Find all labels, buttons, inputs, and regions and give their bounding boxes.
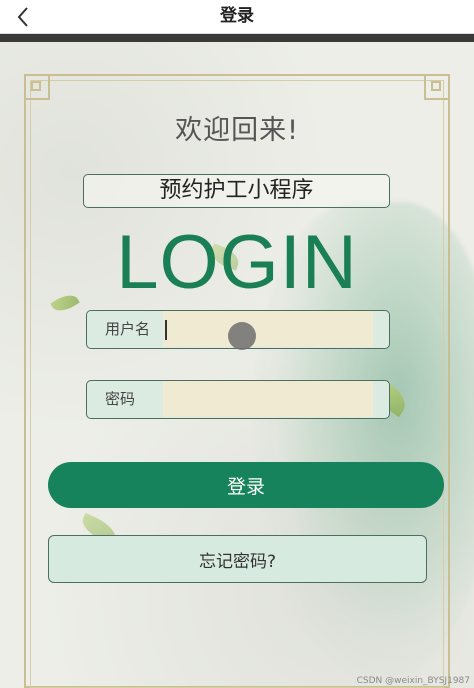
watermark: CSDN @weixin_BYSJ1987 (356, 676, 470, 686)
welcome-heading: 欢迎回来! (175, 115, 299, 146)
login-button[interactable]: 登录 (48, 462, 444, 508)
navigation-bar: 登录 (0, 0, 474, 34)
login-title: LOGIN (116, 220, 358, 305)
chevron-left-icon (17, 6, 28, 27)
status-strip (0, 34, 474, 42)
frame-corner (24, 74, 50, 100)
text-caret (165, 320, 167, 340)
touch-indicator (228, 322, 256, 350)
forgot-password-button[interactable]: 忘记密码? (48, 535, 427, 583)
password-label: 密码 (105, 390, 136, 408)
password-input[interactable] (163, 381, 373, 417)
frame-corner (424, 74, 450, 100)
login-screen: 登录 欢迎回来! 预约护工小程序 LOGIN 用户名 密码 登录 忘记密码? C… (0, 0, 474, 688)
page-title: 登录 (220, 6, 254, 26)
username-label: 用户名 (105, 320, 151, 338)
password-field[interactable]: 密码 (86, 380, 390, 419)
app-name-box: 预约护工小程序 (83, 174, 390, 208)
back-button[interactable] (6, 0, 40, 33)
username-input[interactable] (163, 311, 373, 347)
